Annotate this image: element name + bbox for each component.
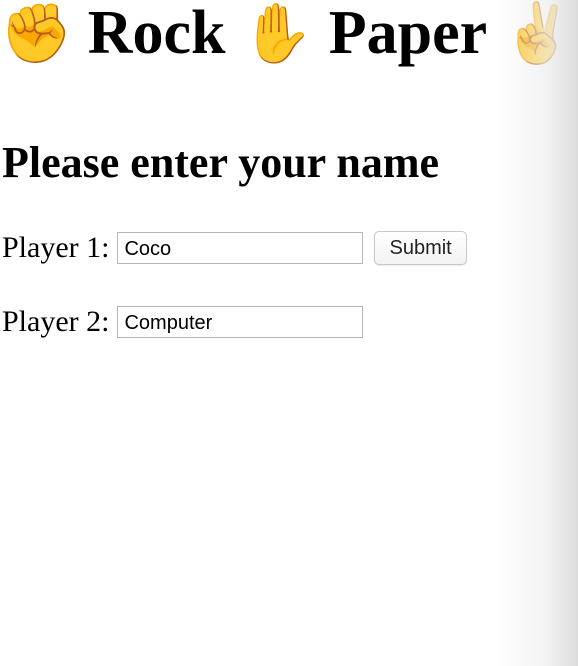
window-edge-shadow	[498, 0, 578, 666]
submit-button[interactable]: Submit	[374, 231, 467, 265]
player2-row: Player 2:	[2, 302, 364, 342]
player1-label: Player 1:	[2, 231, 110, 264]
player1-name-input[interactable]	[117, 232, 364, 264]
title-word-paper: Paper	[328, 0, 486, 67]
title-word-rock: Rock	[87, 0, 226, 67]
raised-hand-icon: ✋	[241, 1, 314, 66]
form-heading: Please enter your name	[2, 138, 440, 187]
player2-name-input[interactable]	[117, 306, 364, 338]
player2-label: Player 2:	[2, 305, 110, 338]
page-title: ✊ Rock ✋ Paper ✌️	[0, 0, 574, 70]
victory-hand-icon: ✌️	[501, 1, 574, 66]
player1-row: Player 1: Submit	[2, 228, 467, 268]
raised-fist-icon: ✊	[0, 1, 73, 66]
